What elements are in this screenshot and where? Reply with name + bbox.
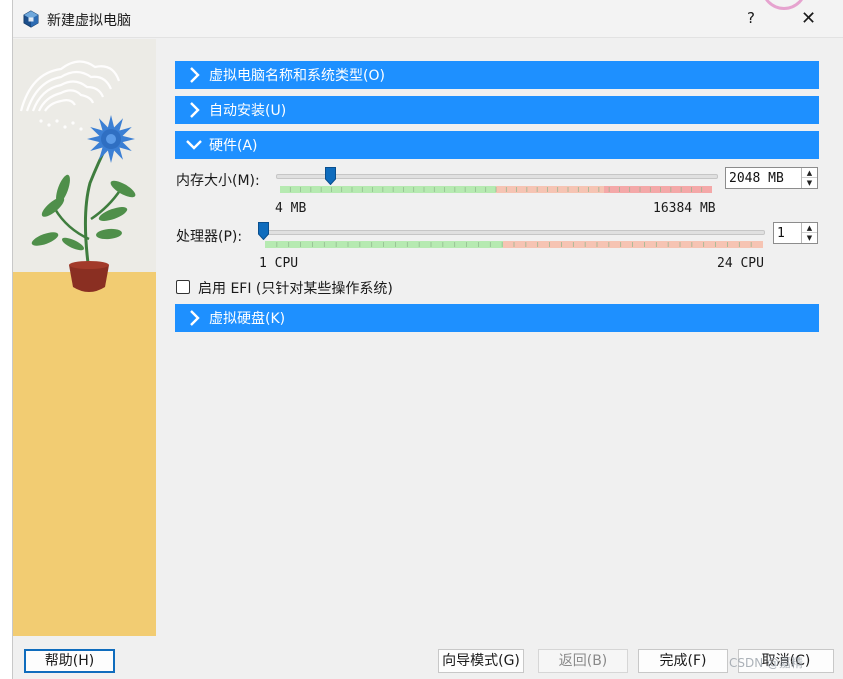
memory-value-input[interactable] [726,168,801,188]
window-title: 新建虚拟电脑 [47,13,131,29]
chevron-right-icon [190,310,200,326]
section-label: 自动安装(U) [209,103,287,119]
memory-spin-buttons[interactable]: ▲ ▼ [801,168,817,188]
plant-illustration [13,39,156,636]
memory-label: 内存大小(M): [176,173,260,189]
help-button[interactable]: 帮助(H) [24,649,115,673]
processor-label: 处理器(P): [176,229,243,245]
section-label: 虚拟硬盘(K) [209,311,286,327]
memory-spinbox[interactable]: ▲ ▼ [725,167,818,189]
processor-min-label: 1 CPU [259,256,299,271]
chevron-right-icon [190,102,200,118]
processor-value-input[interactable] [774,223,801,243]
spin-up-icon[interactable]: ▲ [802,168,817,178]
processor-spin-buttons[interactable]: ▲ ▼ [801,223,817,243]
finish-button[interactable]: 完成(F) [638,649,728,673]
section-virtual-disk[interactable]: 虚拟硬盘(K) [175,304,819,332]
help-title-button[interactable]: ? [747,9,755,27]
back-button[interactable]: 返回(B) [538,649,628,673]
section-label: 虚拟电脑名称和系统类型(O) [209,68,385,84]
section-name-os-type[interactable]: 虚拟电脑名称和系统类型(O) [175,61,819,89]
new-vm-dialog: 新建虚拟电脑 ? ✕ 虚拟电脑名称和系统类型(O) 自动安装(U) 硬件(A) … [12,0,843,679]
section-label: 硬件(A) [209,138,258,154]
virtualbox-cube-icon [23,10,39,28]
title-bar: 新建虚拟电脑 ? ✕ [13,0,843,38]
processor-slider-handle[interactable] [257,222,269,240]
processor-slider-track[interactable] [263,230,765,235]
chevron-down-icon [186,140,202,150]
guided-mode-button[interactable]: 向导模式(G) [438,649,524,673]
cancel-button[interactable]: 取消(C) [738,649,834,673]
processor-spinbox[interactable]: ▲ ▼ [773,222,818,244]
memory-max-label: 16384 MB [653,201,716,216]
memory-slider-handle[interactable] [325,167,337,185]
processor-range-indicator [265,241,763,248]
efi-checkbox[interactable] [176,280,190,294]
spin-down-icon[interactable]: ▼ [802,178,817,188]
processor-max-label: 24 CPU [717,256,764,271]
close-button[interactable]: ✕ [801,8,816,29]
section-hardware[interactable]: 硬件(A) [175,131,819,159]
efi-label[interactable]: 启用 EFI (只针对某些操作系统) [198,278,393,298]
chevron-right-icon [190,67,200,83]
spin-up-icon[interactable]: ▲ [802,223,817,233]
section-unattended-install[interactable]: 自动安装(U) [175,96,819,124]
memory-range-indicator [280,186,712,193]
spin-down-icon[interactable]: ▼ [802,233,817,243]
memory-slider-track[interactable] [276,174,718,179]
memory-min-label: 4 MB [275,201,307,216]
processor-tick-marks [276,242,752,247]
memory-tick-marks [289,187,703,192]
